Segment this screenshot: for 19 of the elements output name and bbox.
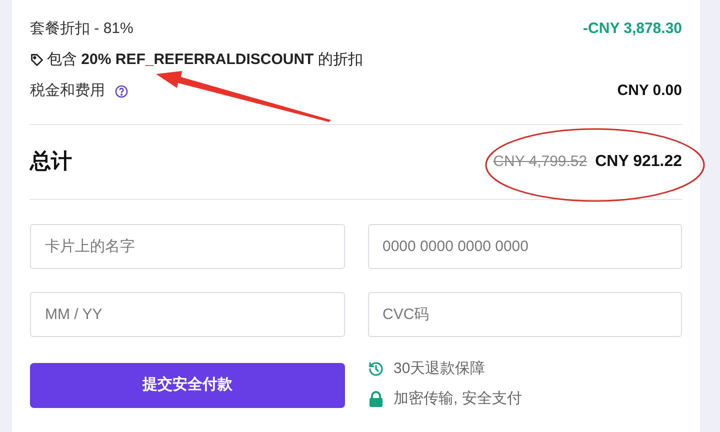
input-field[interactable]: CVC码	[368, 292, 682, 337]
discount-amount: -CNY 3,878.30	[583, 18, 682, 39]
promo-note: 包含 20% REF_REFERRALDISCOUNT 的折扣	[47, 50, 363, 70]
total-label: 总计	[30, 149, 72, 176]
assurance-text: 加密传输, 安全支付	[394, 388, 522, 409]
input-field[interactable]: MM / YY	[30, 292, 344, 337]
input-field[interactable]: 0000 0000 0000 0000	[368, 224, 682, 269]
discount-label: 套餐折扣 - 81%	[30, 18, 134, 39]
help-icon[interactable]	[115, 84, 128, 98]
clock-history-icon	[368, 361, 384, 377]
tax-amount: CNY 0.00	[617, 80, 682, 101]
tag-icon	[30, 53, 44, 67]
lock-icon	[368, 391, 382, 407]
total-amount: CNY 921.22	[595, 152, 682, 172]
submit-payment-button[interactable]: 提交安全付款	[30, 363, 344, 408]
tax-label: 税金和费用	[30, 80, 105, 101]
original-price: CNY 4,799.52	[493, 152, 588, 172]
input-field[interactable]: 卡片上的名字	[30, 224, 344, 269]
assurance-text: 30天退款保障	[394, 358, 486, 379]
